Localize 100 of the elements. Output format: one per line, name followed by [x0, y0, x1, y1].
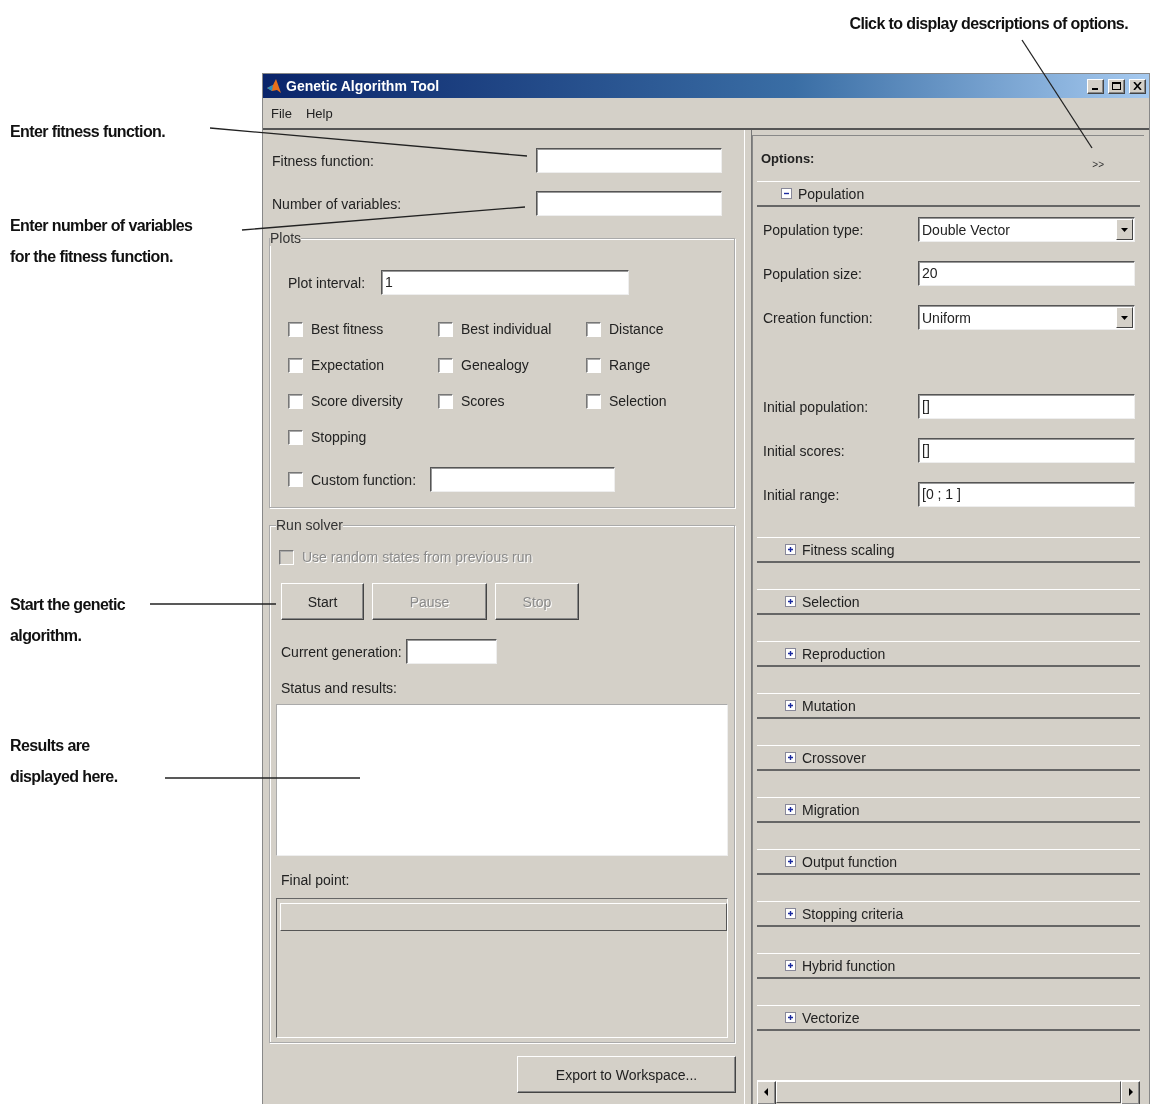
section-title: Migration [802, 801, 860, 818]
section-header[interactable]: Reproduction [757, 641, 1140, 667]
checkbox-label: Stopping [311, 429, 367, 445]
checkbox-label: Scores [461, 393, 505, 409]
options-title: Options: [761, 151, 815, 166]
button[interactable]: Export to Workspace... [517, 1056, 736, 1093]
section-header[interactable]: Hybrid function [757, 953, 1140, 979]
section-header[interactable]: Vectorize [757, 1005, 1140, 1031]
callout-text: Enter number of variables for the fitness function. [10, 216, 193, 267]
plus-icon[interactable] [785, 752, 796, 763]
section-title: Output function [802, 853, 897, 870]
menu-item[interactable]: Help [305, 105, 333, 121]
section-title: Reproduction [802, 645, 886, 662]
checkbox-label: Score diversity [311, 393, 403, 409]
caret-icon [1121, 227, 1128, 232]
minimize-button[interactable] [1087, 78, 1104, 94]
input-field[interactable]: [0 ; 1 ] [918, 482, 1135, 507]
maximize-icon [1112, 82, 1121, 90]
field-label: Current generation: [281, 643, 402, 660]
field-label: Population size: [763, 265, 863, 282]
expand-button[interactable]: >> [1092, 159, 1104, 170]
checkbox-label: Distance [609, 321, 664, 337]
section-title: Fitness scaling [802, 541, 895, 558]
dropdown[interactable]: Uniform [918, 305, 1135, 330]
checkbox-label: Selection [609, 393, 667, 409]
checkbox-label: Range [609, 357, 651, 373]
section-title: Stopping criteria [802, 905, 904, 922]
close-button[interactable] [1129, 78, 1146, 94]
section-title: Vectorize [802, 1009, 860, 1026]
field-label: Fitness function: [272, 152, 375, 169]
splitter[interactable] [744, 130, 752, 1104]
section-title: Crossover [802, 749, 866, 766]
checkbox[interactable] [288, 357, 303, 373]
dropdown[interactable]: Double Vector [918, 217, 1135, 242]
field-label: Number of variables: [272, 195, 403, 212]
section-header[interactable]: Selection [757, 589, 1140, 615]
caret-icon [1121, 315, 1128, 320]
plus-icon[interactable] [785, 596, 796, 607]
section-header[interactable]: Migration [757, 797, 1140, 823]
checkbox-label: Best individual [461, 321, 552, 337]
plus-icon[interactable] [785, 700, 796, 711]
input-field[interactable] [430, 467, 616, 492]
section-title: Selection [802, 593, 860, 610]
checkbox-label: Expectation [311, 357, 385, 373]
checkbox[interactable] [288, 429, 303, 445]
plus-icon[interactable] [785, 960, 796, 971]
section-header[interactable]: Population [757, 181, 1140, 207]
checkbox-label: Use random states from previous run [302, 549, 533, 565]
plus-icon[interactable] [785, 804, 796, 815]
callout-text: Results are displayed here. [10, 736, 118, 787]
checkbox[interactable] [438, 321, 453, 337]
minus-icon[interactable] [781, 188, 792, 199]
logo-icon [266, 78, 282, 94]
window-title: Genetic Algorithm Tool [286, 78, 441, 94]
maximize-button[interactable] [1108, 78, 1125, 94]
checkbox[interactable] [438, 357, 453, 373]
plus-icon[interactable] [785, 856, 796, 867]
section-header[interactable]: Mutation [757, 693, 1140, 719]
close-icon [1133, 82, 1142, 90]
field-label: Plot interval: [288, 274, 366, 291]
section-title: Mutation [802, 697, 856, 714]
callout-text: Start the genetic algorithm. [10, 595, 126, 646]
section-header[interactable]: Fitness scaling [757, 537, 1140, 563]
callout-text: Click to display descriptions of options. [849, 14, 1128, 34]
input-field[interactable]: [] [918, 394, 1135, 419]
plus-icon[interactable] [785, 1012, 796, 1023]
section-header[interactable]: Stopping criteria [757, 901, 1140, 927]
section-header[interactable]: Crossover [757, 745, 1140, 771]
section-header[interactable]: Output function [757, 849, 1140, 875]
input-field[interactable]: 20 [918, 261, 1135, 286]
field-label: Initial range: [763, 486, 841, 503]
checkbox[interactable] [586, 357, 601, 373]
input-field[interactable] [536, 191, 722, 216]
checkbox[interactable] [288, 393, 303, 409]
menu-item[interactable]: File [271, 105, 292, 121]
button[interactable]: Start [281, 583, 364, 620]
plus-icon[interactable] [785, 908, 796, 919]
plus-icon[interactable] [785, 544, 796, 555]
scrollbar[interactable] [757, 1080, 1140, 1103]
checkbox[interactable] [438, 393, 453, 409]
field-label: Status and results: [281, 680, 398, 696]
checkbox[interactable] [586, 393, 601, 409]
callout-text: Enter fitness function. [10, 122, 166, 142]
checkbox[interactable] [586, 321, 601, 337]
plus-icon[interactable] [785, 648, 796, 659]
checkbox[interactable] [288, 472, 303, 487]
section-title: Hybrid function [802, 957, 896, 974]
dropdown-value: Uniform [922, 309, 971, 326]
checkbox-label: Best fitness [311, 321, 384, 337]
field-label: Creation function: [763, 309, 874, 326]
group-title: Run solver [276, 517, 343, 533]
section-title: Population [798, 185, 865, 202]
group-title: Plots [270, 230, 302, 246]
input-field[interactable] [405, 639, 497, 664]
input-field[interactable] [536, 148, 722, 173]
input-field[interactable]: [] [918, 438, 1135, 463]
checkbox[interactable] [288, 321, 303, 337]
dropdown-value: Double Vector [922, 221, 1010, 238]
field-label: Initial scores: [763, 442, 846, 459]
input-field[interactable]: 1 [381, 270, 630, 295]
